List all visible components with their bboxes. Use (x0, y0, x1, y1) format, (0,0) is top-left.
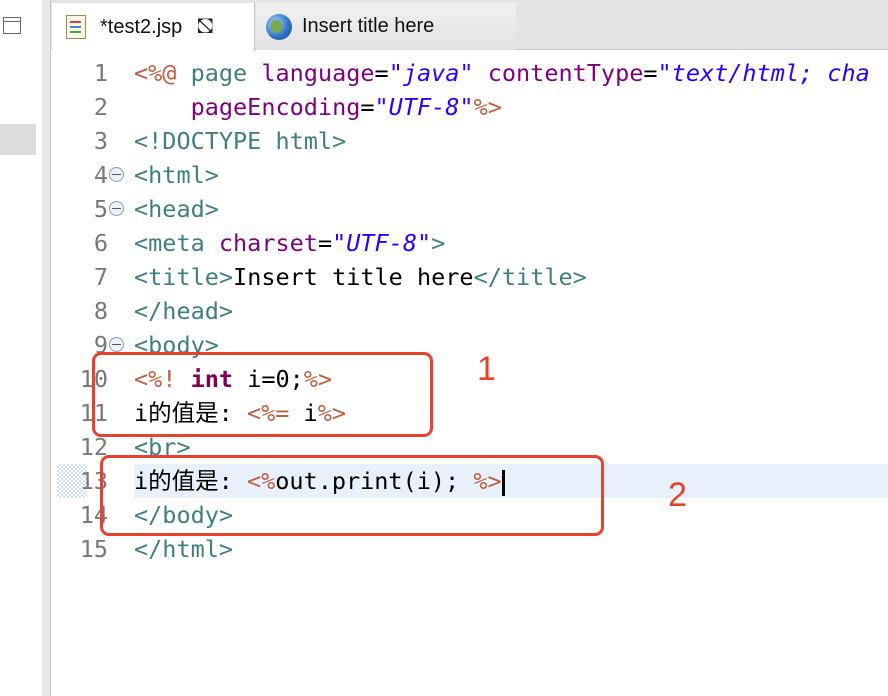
code-text: pageEncoding="UTF-8"%> (134, 90, 502, 124)
code-text: <meta charset="UTF-8"> (134, 226, 445, 260)
code-token-tag: <html> (134, 161, 219, 189)
code-token-txt: Insert title here (233, 263, 474, 291)
line-number: 15 (79, 535, 108, 563)
line-number: 1 (93, 59, 108, 87)
code-line[interactable]: 7 <title>Insert title here</title> (51, 260, 888, 294)
code-token-attr: charset (218, 229, 318, 257)
code-token-jsp: %> (473, 93, 502, 121)
line-number: 8 (93, 297, 108, 325)
fold-collapse-icon[interactable] (109, 167, 124, 182)
side-panel (0, 0, 42, 696)
annotation-box-2 (100, 455, 604, 536)
fold-collapse-icon[interactable] (109, 201, 124, 216)
code-token-jsp: <%@ (134, 59, 191, 87)
code-token-tag: </html> (134, 535, 234, 563)
line-number: 3 (93, 127, 108, 155)
code-token-txt: = (360, 93, 375, 121)
tab-label: *test2.jsp (100, 15, 183, 38)
tab-insert-title-here[interactable]: Insert title here (256, 3, 516, 50)
code-line[interactable]: 6 <meta charset="UTF-8"> (51, 226, 888, 260)
globe-icon (266, 13, 292, 40)
code-token-tag: page (190, 59, 262, 87)
code-token-attr: pageEncoding (190, 93, 361, 121)
code-token-txt: = (374, 59, 389, 87)
code-token-tag: > (431, 229, 446, 257)
line-number: 2 (93, 93, 108, 121)
code-token-txt: = (317, 229, 333, 257)
code-token-tag: </title> (473, 263, 587, 291)
line-number: 7 (93, 263, 108, 291)
line-number: 4 (93, 161, 108, 189)
restore-window-icon[interactable] (3, 17, 21, 34)
code-line[interactable]: 2 pageEncoding="UTF-8"%> (51, 90, 888, 124)
tab-label: Insert title here (302, 15, 435, 37)
code-text: </head> (134, 294, 233, 328)
annotation-label-2: 2 (668, 476, 687, 514)
code-line[interactable]: 4 <html> (51, 158, 888, 192)
code-text: <head> (134, 192, 219, 226)
code-token-attr: contentType (487, 59, 644, 87)
code-token-txt: = (643, 59, 658, 87)
code-token-val: "UTF-8" (332, 229, 432, 257)
line-number: 6 (93, 229, 108, 257)
annotation-box-1 (92, 352, 433, 437)
code-text: <title>Insert title here</title> (134, 260, 587, 294)
selected-panel-item[interactable] (0, 124, 36, 155)
code-token-tag: </head> (134, 297, 234, 325)
fold-collapse-icon[interactable] (109, 337, 124, 352)
code-token-val: "java" (388, 59, 474, 87)
code-token-tag: <title> (134, 263, 234, 291)
code-token-tag: <!DOCTYPE html> (134, 127, 347, 155)
code-line[interactable]: 1 <%@ page language="java" contentType="t… (51, 56, 888, 90)
editor-tab-bar: *test2.jsp ⛞ Insert title here (51, 0, 888, 51)
code-text: <html> (134, 158, 219, 192)
code-text: </html> (134, 532, 233, 566)
panel-sash[interactable] (42, 0, 51, 696)
code-token-val: "UTF-8" (374, 93, 474, 121)
code-token-tag: <head> (134, 195, 219, 223)
jsp-file-icon (66, 15, 86, 39)
close-tab-icon[interactable]: ⛞ (196, 13, 214, 42)
code-token-attr: language (261, 59, 375, 87)
code-line[interactable]: 8 </head> (51, 294, 888, 328)
code-line[interactable]: 3 <!DOCTYPE html> (51, 124, 888, 158)
code-token-val: "text/html; cha (657, 59, 870, 87)
line-number: 5 (93, 195, 108, 223)
annotation-label-1: 1 (477, 350, 496, 388)
code-line[interactable]: 5 <head> (51, 192, 888, 226)
code-text: <%@ page language="java" contentType="te… (134, 56, 870, 90)
tab-test2-jsp[interactable]: *test2.jsp ⛞ (52, 3, 255, 51)
code-token-tag: <meta (134, 229, 219, 257)
code-line[interactable]: 15 </html> (51, 532, 888, 566)
code-text: <!DOCTYPE html> (134, 124, 346, 158)
